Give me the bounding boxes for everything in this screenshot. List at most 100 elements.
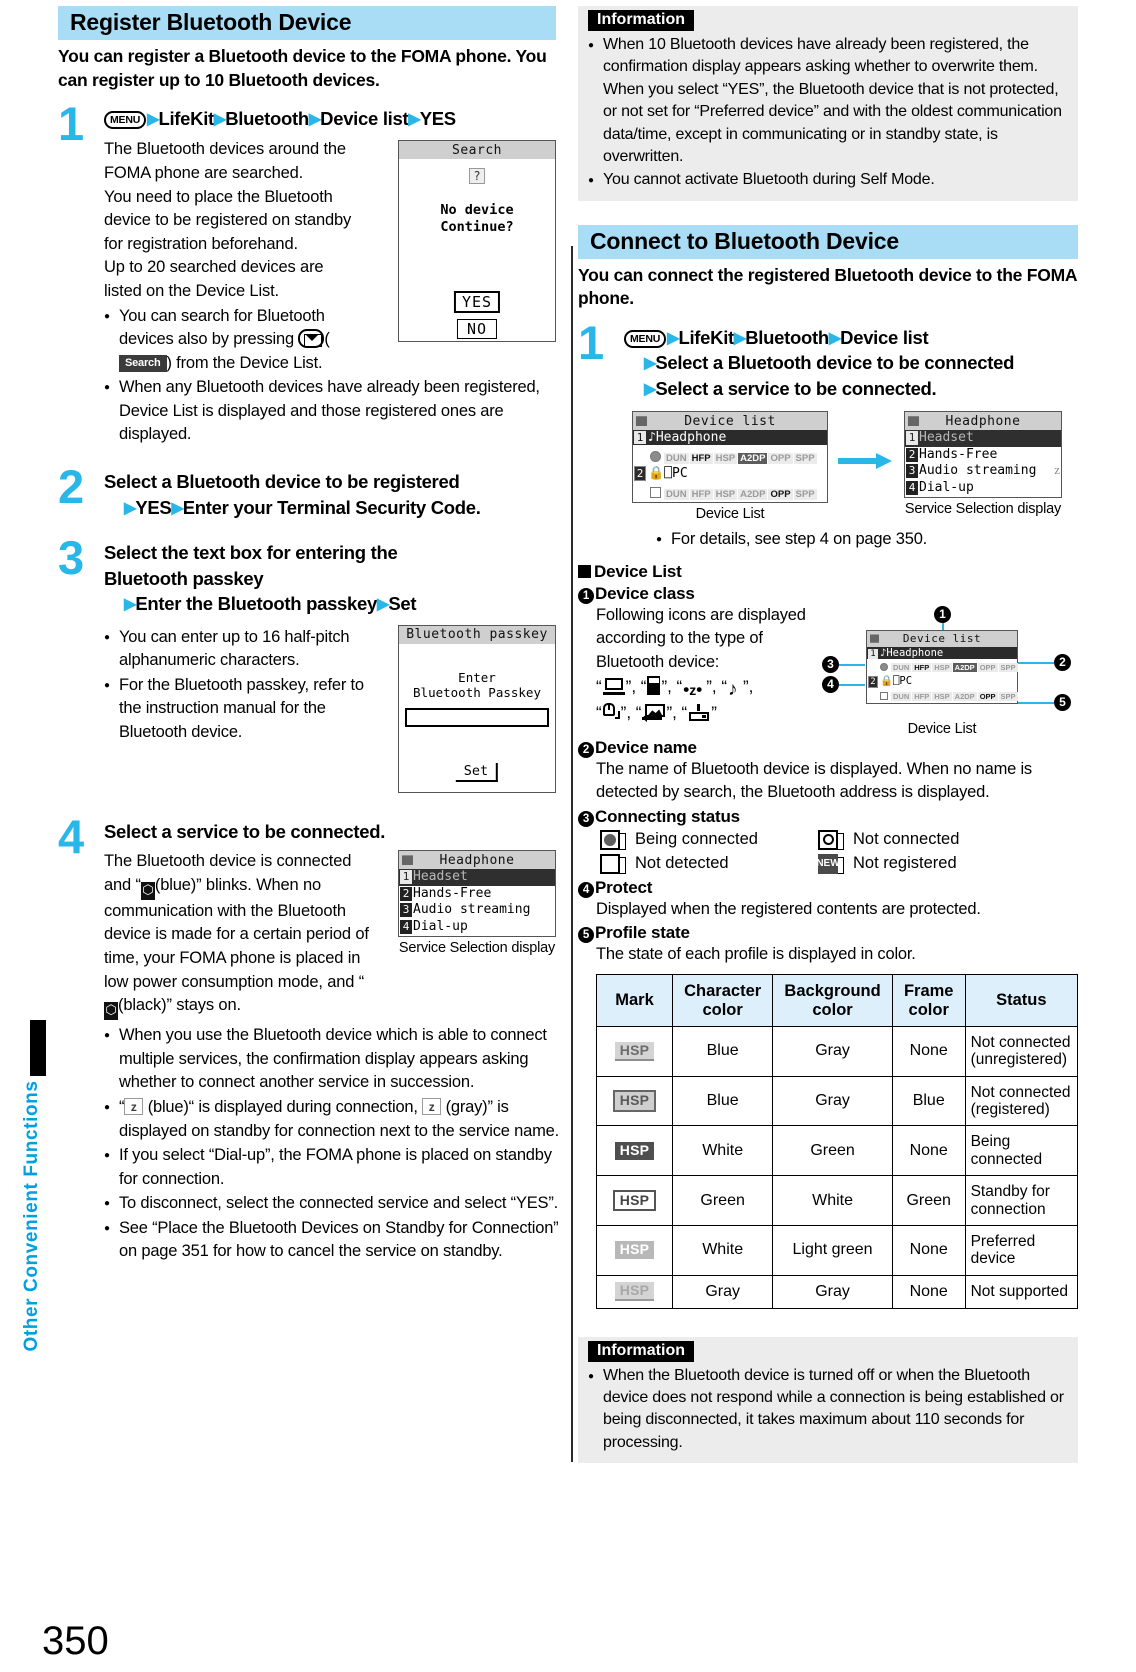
information-tag: Information: [588, 10, 694, 31]
connect-step-1-title: MENU ▶LifeKit▶Bluetooth▶Device list ▶Sele…: [624, 325, 1078, 402]
list-item: For details, see step 4 on page 350.: [656, 528, 1078, 552]
list-item: You can search for Bluetooth devices als…: [104, 305, 374, 376]
standby-zz-icon: ᴢ: [422, 1097, 442, 1115]
step-4-bullets: When you use the Bluetooth device which …: [104, 1024, 574, 1264]
screen-message-line2: Continue?: [440, 219, 514, 236]
list-item[interactable]: 2 🔒⎕PC: [633, 466, 827, 482]
step-1-path-1[interactable]: Bluetooth: [225, 108, 309, 129]
item-1-title: 1 Device class: [578, 584, 826, 604]
callout-number-4: 4: [578, 881, 594, 898]
bullet-text: (: [324, 330, 330, 349]
side-tab: Other Convenient Functions: [0, 0, 46, 1672]
arrow-icon: ▶: [644, 355, 656, 373]
screen-line2: Bluetooth Passkey: [413, 685, 541, 701]
list-item[interactable]: 2 🔒⎕PC: [867, 674, 1017, 688]
item-2-body: The name of Bluetooth device is displaye…: [596, 759, 1032, 802]
new-tag-icon: NEW: [816, 853, 845, 874]
background-color-cell: White: [772, 1175, 893, 1226]
profile-badge: A2DP: [738, 489, 768, 501]
audio-icon: ♪: [728, 679, 738, 701]
list-item: For the Bluetooth passkey, refer to the …: [104, 674, 374, 745]
list-item: “ᴢ (blue)“ is displayed during connectio…: [104, 1096, 574, 1143]
list-item[interactable]: 2 Hands-Free: [399, 886, 555, 903]
step-1-path-0[interactable]: LifeKit: [158, 108, 214, 129]
list-item[interactable]: 3 Audio streaming: [399, 902, 555, 919]
character-color-cell: Blue: [671, 1075, 774, 1127]
device-name: Headphone: [886, 646, 944, 659]
item-5-title-text: Profile state: [595, 923, 690, 943]
item-index: 3: [906, 464, 918, 479]
profile-state-table: Mark Character color Background color Fr…: [596, 974, 1079, 1309]
item-index: 3: [400, 903, 412, 918]
list-item[interactable]: 4 Dial-up: [399, 919, 555, 936]
list-item[interactable]: 2 Hands-Free: [905, 447, 1061, 464]
col-header-mark: Mark: [596, 974, 673, 1028]
list-item[interactable]: 3 Audio streaming ᴢ: [905, 463, 1061, 480]
list-item: You can enter up to 16 half-pitch alphan…: [104, 626, 374, 673]
callout-leader-line: [839, 683, 865, 686]
table-row: HSP Blue Gray Blue Not connected (registe…: [596, 1075, 1079, 1127]
empty-box-icon: [600, 853, 627, 874]
profile-badge: OPP: [977, 662, 998, 672]
callout-number-3: 3: [822, 655, 839, 673]
screen-set-button[interactable]: Set: [455, 762, 499, 782]
filled-circle-icon: [600, 829, 627, 850]
search-softkey-icon[interactable]: Search: [119, 354, 167, 373]
profile-badge: HSP: [932, 662, 952, 672]
step-2-yes[interactable]: YES: [135, 497, 171, 518]
item-5-body: The state of each profile is displayed i…: [596, 945, 916, 964]
profile-row: DUN HFP HSP A2DP OPP SPP: [633, 481, 827, 502]
profile-badge: DUN: [891, 691, 912, 701]
mark-cell: HSP: [596, 1274, 673, 1309]
question-icon: ?: [469, 168, 485, 185]
step-3-set[interactable]: Set: [388, 593, 416, 614]
mobile-phone-icon: [647, 676, 661, 696]
callout-number-3: 3: [578, 810, 594, 827]
connect-path-0[interactable]: LifeKit: [678, 327, 734, 348]
screen-caption: Service Selection display: [398, 939, 556, 956]
step-1-path-2[interactable]: Device list: [320, 108, 409, 129]
left-column: Register Bluetooth Device You can regist…: [58, 6, 559, 1264]
profile-mark-icon: HSP: [614, 1281, 655, 1302]
mark-cell: HSP: [596, 1026, 673, 1077]
callout-number-2: 2: [578, 741, 594, 758]
item-1-title-text: Device class: [595, 583, 695, 603]
arrow-icon: ▶: [213, 110, 226, 128]
list-item[interactable]: 1 ♪Headphone: [867, 646, 1017, 659]
mark-cell: HSP: [596, 1175, 673, 1226]
mail-key-icon[interactable]: [298, 329, 325, 349]
step-3-line3a: Enter the Bluetooth passkey: [135, 593, 378, 615]
passkey-input[interactable]: [405, 707, 549, 727]
screen-title-text: Device list: [902, 632, 982, 646]
screen-yes-button[interactable]: YES: [453, 291, 501, 314]
profile-badge: HSP: [932, 691, 952, 701]
legend-label: Not connected: [853, 830, 960, 849]
screen-title: Search: [399, 141, 555, 160]
bluetooth-icon: ⬡: [140, 881, 155, 900]
step-1-path-3[interactable]: YES: [420, 108, 456, 129]
screen-no-button[interactable]: NO: [456, 319, 498, 340]
list-item[interactable]: 1 Headset: [399, 869, 555, 886]
step-3-line2: Bluetooth passkey: [104, 567, 264, 589]
menu-key-icon[interactable]: MENU: [104, 110, 147, 129]
profile-badge: SPP: [998, 662, 1018, 672]
list-item[interactable]: 4 Dial-up: [905, 480, 1061, 497]
table-row: HSP Blue Gray None Not connected (unregis…: [596, 1026, 1079, 1077]
connect-path-2[interactable]: Device list: [840, 327, 929, 348]
step-1-body-line: FOMA phone are searched.: [104, 163, 304, 182]
list-item[interactable]: 1 Headset: [905, 430, 1061, 447]
col-header-text: Character color: [684, 982, 762, 1019]
character-color-cell: Green: [671, 1175, 774, 1226]
callout-number-2: 2: [1054, 653, 1071, 671]
list-item[interactable]: 1 ♪Headphone: [633, 430, 827, 446]
screen-title: Headphone: [905, 412, 1061, 431]
item-index: 1: [868, 648, 878, 659]
list-item: To disconnect, select the connected serv…: [104, 1192, 574, 1216]
connect-path-1[interactable]: Bluetooth: [745, 327, 829, 348]
menu-key-icon[interactable]: MENU: [624, 329, 667, 348]
square-bullet-icon: [578, 564, 591, 578]
item-2-title: 2 Device name: [578, 738, 1078, 758]
background-color-cell: Green: [772, 1125, 893, 1177]
device-class-glyphs: “”, “”, “•z•”, “♪”, “”, “”, “”: [596, 676, 754, 723]
col-header-text: Background color: [784, 982, 881, 1019]
